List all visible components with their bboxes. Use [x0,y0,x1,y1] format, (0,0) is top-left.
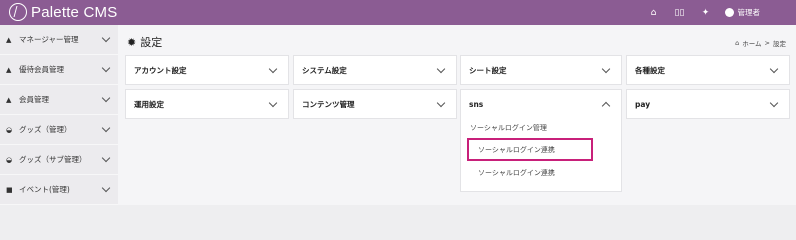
user-icon: ▲ [6,95,12,104]
content-management-card[interactable]: コンテンツ管理 [293,89,457,119]
user-icon: ▲ [6,35,12,44]
basket-icon: ◒ [6,125,13,134]
basket-icon: ◒ [6,155,13,164]
breadcrumb-separator: > [764,39,770,47]
menu-item-social-login-management[interactable]: ソーシャルログイン管理 [470,123,547,133]
calendar-icon: ■ [6,185,13,194]
sns-card[interactable]: sns [460,89,622,119]
card-label: システム設定 [302,65,347,75]
sidebar-item-goods-sub[interactable]: ◒ グッズ（サブ管理） [0,145,118,175]
user-label: 管理者 [737,8,761,17]
sidebar-item-label: グッズ（管理） [19,125,72,134]
top-bar: Palette CMS ⌂ ▯▯ ✦ 管理者 [0,0,796,25]
chevron-down-icon [769,64,779,74]
chevron-down-icon [769,98,779,108]
chevron-down-icon [268,64,278,74]
user-icon [724,8,734,17]
home-icon: ⌂ [735,39,740,47]
card-label: 各種設定 [635,65,665,75]
chevron-down-icon [268,98,278,108]
sidebar-item-label: 優待会員管理 [19,65,64,74]
sidebar-item-members[interactable]: ▲ 会員管理 [0,85,118,115]
sidebar-item-label: イベント(管理) [19,185,70,194]
page-title: ✹ 設定 [127,34,162,50]
chevron-down-icon [101,33,111,43]
chevron-down-icon [101,63,111,73]
gear-icon: ✹ [127,35,137,49]
highlight-box [467,138,593,161]
app-title: Palette CMS [31,3,118,21]
sheet-settings-card[interactable]: シート設定 [460,55,622,85]
sidebar-item-label: グッズ（サブ管理） [19,155,87,164]
chevron-down-icon [101,183,111,193]
sidebar-item-goods[interactable]: ◒ グッズ（管理） [0,115,118,145]
breadcrumb: ⌂ ホーム > 設定 [735,38,786,48]
chevron-up-icon [601,101,611,111]
chevron-down-icon [436,64,446,74]
sidebar-item-label: 会員管理 [19,95,49,104]
chevron-down-icon [601,64,611,74]
system-settings-card[interactable]: システム設定 [293,55,457,85]
card-label: pay [635,99,651,109]
logo[interactable]: Palette CMS [9,3,117,21]
chevron-down-icon [101,93,111,103]
home-icon[interactable]: ⌂ [641,8,667,18]
page-title-text: 設定 [140,36,163,49]
chevron-down-icon [101,153,111,163]
card-label: 運用設定 [134,99,164,109]
account-settings-card[interactable]: アカウント設定 [125,55,289,85]
user-menu[interactable]: 管理者 [719,7,796,18]
sidebar-item-events[interactable]: ■ イベント(管理) [0,175,118,205]
chevron-down-icon [101,123,111,133]
gear-icon[interactable]: ✦ [693,8,719,18]
sidebar-item-premium-members[interactable]: ▲ 優待会員管理 [0,55,118,85]
sidebar-item-label: マネージャー管理 [19,35,79,44]
card-label: シート設定 [469,65,507,75]
sidebar: ▲ マネージャー管理 ▲ 優待会員管理 ▲ 会員管理 ◒ グッズ（管理） ◒ グ… [0,25,118,205]
users-icon: ▲ [6,65,12,74]
sidebar-item-manager[interactable]: ▲ マネージャー管理 [0,25,118,55]
card-label: アカウント設定 [134,65,187,75]
chevron-down-icon [436,98,446,108]
card-label: sns [469,99,484,109]
card-label: コンテンツ管理 [302,99,355,109]
menu-item-social-login-link-2[interactable]: ソーシャルログイン連携 [478,168,555,178]
pay-card[interactable]: pay [626,89,790,119]
book-icon[interactable]: ▯▯ [667,8,693,18]
breadcrumb-current: 設定 [773,40,786,48]
breadcrumb-home[interactable]: ホーム [742,38,761,48]
palette-logo-icon [9,3,27,21]
misc-settings-card[interactable]: 各種設定 [626,55,790,85]
operation-settings-card[interactable]: 運用設定 [125,89,289,119]
